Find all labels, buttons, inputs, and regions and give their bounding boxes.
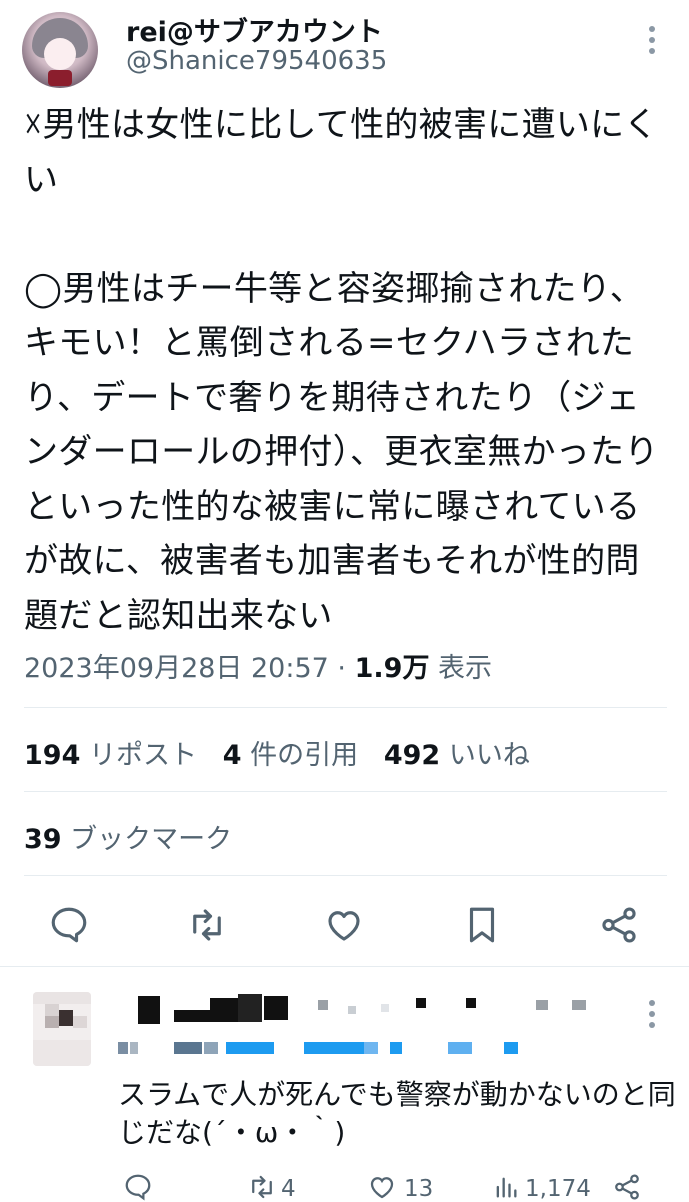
reposts-stat[interactable]: 194 リポスト [24,740,197,771]
quotes-label: 件の引用 [250,740,359,771]
reply-share-icon[interactable] [612,1172,642,1202]
reply-like-icon[interactable] [366,1172,398,1202]
more-options-icon[interactable] [642,22,662,58]
bookmarks-stat[interactable]: 39 ブックマーク [24,817,232,856]
reply-repost-count: 4 [281,1176,296,1202]
divider [24,791,667,792]
reply-repost-icon[interactable] [246,1172,278,1202]
like-icon[interactable] [323,904,365,946]
section-divider [0,966,689,967]
divider [24,707,667,708]
redacted-handle [118,1040,538,1060]
likes-count: 492 [383,740,441,771]
engagement-stats: 194 リポスト 4 件の引用 492 いいね [24,733,530,772]
likes-label: いいね [448,740,530,771]
reply-text: スラムで人が死んでも警察が動かないのと同じだな(´・ω・｀) [118,1078,676,1149]
reply-views-count: 1,174 [525,1176,591,1202]
likes-stat[interactable]: 492 いいね [384,740,530,771]
views-count: 1.9万 [354,653,430,684]
reposts-label: リポスト [88,740,197,771]
reply-more-options-icon[interactable] [642,996,662,1032]
share-icon[interactable] [598,904,640,946]
display-name[interactable]: rei@サブアカウント [126,10,383,49]
bookmarks-count: 39 [24,824,62,855]
divider [24,875,667,876]
meta-separator: · [337,653,347,684]
quotes-count: 4 [222,740,242,771]
bookmark-icon[interactable] [461,904,503,946]
reply-like-count: 13 [404,1176,434,1202]
quotes-stat[interactable]: 4 件の引用 [223,740,358,771]
timestamp[interactable]: 2023年09月28日 20:57 [24,653,329,684]
reply-icon[interactable] [48,904,90,946]
avatar[interactable] [22,12,98,88]
user-handle[interactable]: @Shanice79540635 [126,46,387,76]
reply-reply-icon[interactable] [123,1172,153,1202]
reply-avatar[interactable] [33,992,91,1066]
tweet-text: ☓男性は女性に比して性的被害に遭いにくい ◯男性はチー牛等と容姿揶揄されたり、キ… [24,105,659,636]
redacted-display-name [126,992,606,1032]
bookmarks-label: ブックマーク [70,824,233,855]
views-label: 表示 [438,653,493,684]
reply-views-icon[interactable] [492,1172,520,1202]
repost-icon[interactable] [186,904,228,946]
reposts-count: 194 [24,740,81,771]
tweet-meta: 2023年09月28日 20:57 · 1.9万 表示 [24,646,492,685]
